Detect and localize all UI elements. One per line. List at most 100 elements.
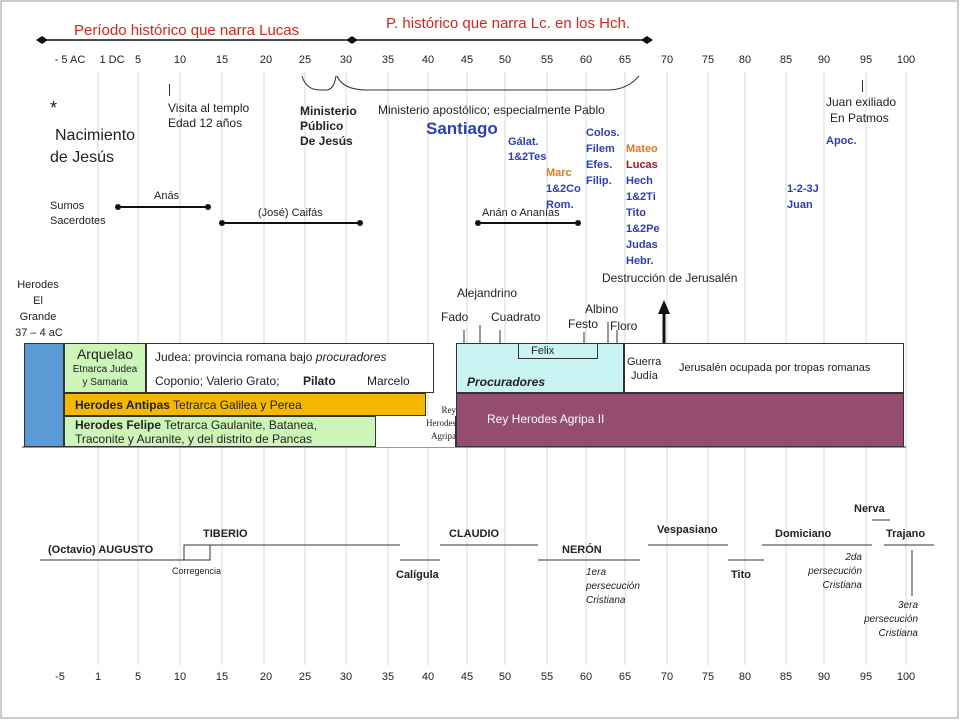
- ministry-line3: De Jesús: [300, 134, 353, 148]
- ananias-label: Anán o Ananías: [482, 207, 560, 219]
- marcelo-label: Marcelo: [367, 374, 410, 388]
- birth-label-line1: Nacimiento: [55, 127, 136, 144]
- juan-exile-line1: Juan exiliado: [826, 95, 897, 109]
- coponio-label: Coponio; Valerio Grato;: [155, 374, 280, 388]
- axis-tick: 60: [579, 671, 593, 683]
- neron-label: NERÓN: [562, 544, 602, 556]
- pilato-label: Pilato: [303, 374, 336, 388]
- axis-tick: 5: [134, 671, 142, 683]
- persecution3-line2: persecución: [864, 614, 918, 625]
- temple-marker: [169, 84, 170, 96]
- persecution3-line1: 3era: [897, 600, 918, 611]
- rey-agripa-line3: Agripa: [431, 431, 456, 441]
- axis-tick: 45: [460, 54, 474, 66]
- period-lucas-acts: P. histórico que narra Lc. en los Hch.: [386, 15, 631, 32]
- ministry-line2: Público: [300, 119, 344, 133]
- agripa-ii-box: Rey Herodes Agripa II: [456, 393, 904, 447]
- axis-tick: 80: [738, 671, 752, 683]
- judea-province-box: Judea: provincia romana bajo procuradore…: [146, 343, 434, 393]
- fado-label: Fado: [441, 310, 469, 324]
- axis-tick: 80: [738, 54, 752, 66]
- judea-prefix: Judea: provincia romana bajo: [155, 350, 316, 364]
- domiciano-label: Domiciano: [775, 528, 832, 540]
- felipe-name: Herodes Felipe: [75, 418, 162, 432]
- juan-letters-line1: 1-2-3J: [787, 183, 819, 195]
- corintios-label: 1&2Co: [546, 183, 581, 195]
- juan-exile-line2: En Patmos: [830, 111, 889, 125]
- tito-emperor-label: Tito: [731, 569, 751, 581]
- filemon-label: Filem: [586, 143, 615, 155]
- axis-tick: 40: [421, 671, 435, 683]
- axis-tick: 100: [896, 671, 916, 683]
- caligula-label: Calígula: [396, 569, 439, 581]
- persecution2-line2: persecución: [808, 566, 862, 577]
- axis-tick: 75: [701, 671, 715, 683]
- priests-label-line1: Sumos: [50, 200, 85, 212]
- corregencia-label: Corregencia: [172, 566, 222, 576]
- axis-tick: 70: [660, 671, 674, 683]
- temple-line2: Edad 12 años: [168, 116, 243, 130]
- axis-tick: 65: [618, 671, 632, 683]
- rey-agripa-line1: Rey: [441, 405, 457, 415]
- axis-tick: 95: [859, 671, 873, 683]
- axis-tick: -5: [55, 671, 65, 683]
- herodes-label-line4: 37 – 4 aC: [15, 327, 63, 339]
- axis-tick: 15: [215, 54, 229, 66]
- axis-tick: 55: [540, 671, 554, 683]
- arquelao-box: Arquelao Etnarca Judea y Samaria: [64, 343, 146, 393]
- claudio-label: CLAUDIO: [449, 528, 500, 540]
- axis-tick: 50: [498, 671, 512, 683]
- axis-tick: 65: [618, 54, 632, 66]
- axis-tick: 60: [579, 54, 593, 66]
- augusto-label: (Octavio) AUGUSTO: [48, 544, 154, 556]
- felipe-label-line1: Herodes Felipe Tetrarca Gaulanite, Batan…: [75, 418, 317, 432]
- cuadrato-label: Cuadrato: [491, 310, 541, 324]
- felix-box: Felix: [518, 343, 598, 359]
- rey-agripa-line2: Herodes: [426, 418, 456, 428]
- persecution3-line3: Cristiana: [878, 628, 918, 639]
- destruction-label: Destrucción de Jerusalén: [602, 271, 738, 285]
- floro-label: Floro: [610, 319, 638, 333]
- efesios-label: Efes.: [586, 159, 613, 171]
- antipas-name: Herodes Antipas: [75, 398, 170, 412]
- nerva-label: Nerva: [854, 503, 885, 515]
- axis-tick: 45: [460, 671, 474, 683]
- herodes-grande-bar: [24, 343, 64, 447]
- birth-marker: *: [50, 98, 58, 118]
- axis-tick: 35: [381, 671, 395, 683]
- axis-tick: 100: [896, 54, 916, 66]
- persecution2-line1: 2da: [845, 552, 862, 563]
- antipas-label: Herodes Antipas Tetrarca Galilea y Perea: [75, 398, 302, 412]
- apostolic-ministry: Ministerio apostólico; especialmente Pab…: [378, 103, 605, 117]
- axis-tick: 30: [339, 671, 353, 683]
- agripa-ii-label: Rey Herodes Agripa II: [487, 412, 605, 426]
- judea-procuradores: procuradores: [315, 350, 387, 364]
- guerra-label-line1: Guerra: [627, 356, 662, 368]
- period-lucas-gospel: Período histórico que narra Lucas: [74, 22, 300, 39]
- axis-tick: 55: [540, 54, 554, 66]
- procuradores-label: Procuradores: [467, 375, 546, 389]
- axis-tick: 10: [173, 54, 187, 66]
- albino-label: Albino: [585, 302, 619, 316]
- felipe-label-line2: Traconite y Auranite, y del distrito de …: [75, 432, 313, 446]
- axis-tick: 1 DC: [99, 54, 125, 66]
- axis-tick: 50: [498, 54, 512, 66]
- guerra-label-line2: Judía: [631, 370, 658, 382]
- timoteo-label: 1&2Ti: [626, 191, 656, 203]
- herodes-label-line3: Grande: [19, 311, 57, 323]
- marcos-label: Marc: [546, 167, 572, 179]
- tesalonicenses-label: 1&2Tes: [508, 151, 547, 163]
- persecution1-line3: Cristiana: [586, 595, 626, 606]
- axis-tick: 35: [381, 54, 395, 66]
- felipe-rest: Tetrarca Gaulanite, Batanea,: [161, 418, 317, 432]
- temple-line1: Visita al templo: [168, 101, 250, 115]
- tiberio-label: TIBERIO: [203, 528, 248, 540]
- arquelao-sub1: Etnarca Judea: [72, 364, 138, 375]
- axis-tick: 40: [421, 54, 435, 66]
- anas-label: Anás: [154, 190, 180, 202]
- axis-tick: 95: [859, 54, 873, 66]
- axis-tick: 30: [339, 54, 353, 66]
- axis-tick: 20: [259, 54, 273, 66]
- axis-tick: 15: [215, 671, 229, 683]
- axis-tick: - 5 AC: [54, 54, 86, 66]
